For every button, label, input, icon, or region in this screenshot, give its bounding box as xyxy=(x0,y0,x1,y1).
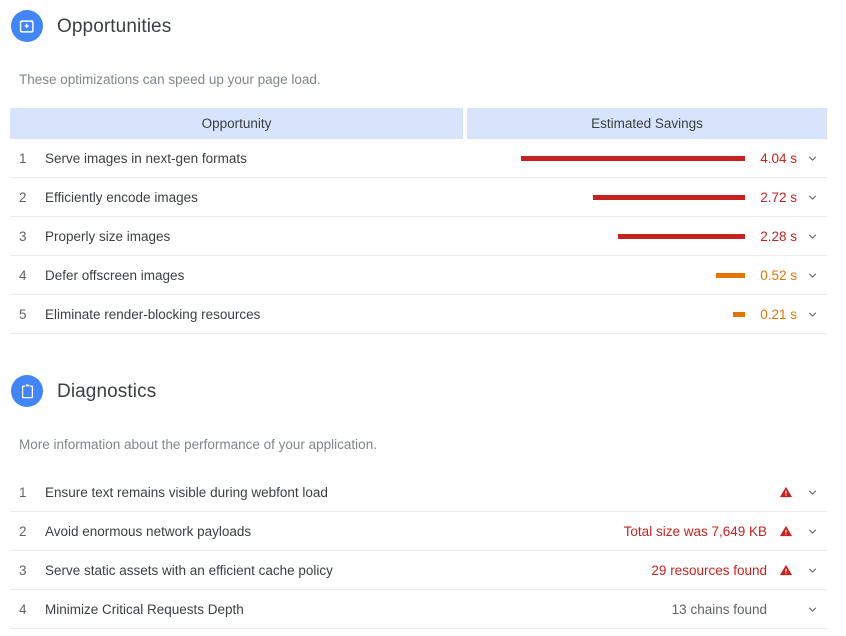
table-row[interactable]: 4 Defer offscreen images 0.52 s xyxy=(10,256,827,295)
savings-value: 2.28 s xyxy=(760,228,797,244)
opportunities-section: Opportunities These optimizations can sp… xyxy=(0,0,846,334)
diagnostics-table: 1 Ensure text remains visible during webf… xyxy=(10,473,827,629)
diagnostics-section: Diagnostics More information about the p… xyxy=(0,365,846,629)
table-row[interactable]: 5 Eliminate render-blocking resources 0.21… xyxy=(10,295,827,334)
savings-bar-track xyxy=(512,194,745,200)
column-header-estimated-savings: Estimated Savings xyxy=(467,108,827,139)
opportunities-description: These optimizations can speed up your pa… xyxy=(19,72,321,88)
savings-bar-track xyxy=(512,272,745,278)
opportunities-table: Opportunity Estimated Savings 1 Serve ima… xyxy=(10,108,827,334)
diagnostic-title: Avoid enormous network payloads xyxy=(45,523,252,539)
opportunity-title: Properly size images xyxy=(45,228,171,244)
opportunities-description-row: These optimizations can speed up your pa… xyxy=(0,52,846,108)
savings-bar xyxy=(618,233,745,239)
table-row[interactable]: 1 Serve images in next-gen formats 4.04 s xyxy=(10,139,827,178)
opportunity-title: Efficiently encode images xyxy=(45,189,198,205)
savings-bar xyxy=(733,311,745,317)
chevron-down-icon[interactable] xyxy=(797,603,827,616)
row-right: 2.28 s xyxy=(512,229,827,244)
diagnostic-title: Ensure text remains visible during webfo… xyxy=(45,484,328,500)
diagnostic-title: Minimize Critical Requests Depth xyxy=(45,601,244,617)
opportunity-title: Eliminate render-blocking resources xyxy=(45,306,261,322)
diagnostics-header: Diagnostics xyxy=(0,365,846,417)
savings-bar-track xyxy=(512,233,745,239)
opportunity-title: Serve images in next-gen formats xyxy=(45,150,247,166)
opportunities-title: Opportunities xyxy=(57,15,172,37)
chevron-down-icon[interactable] xyxy=(797,152,827,165)
savings-bar xyxy=(521,155,745,161)
row-right: 0.52 s xyxy=(512,268,827,283)
table-row[interactable]: 3 Serve static assets with an efficient c… xyxy=(10,551,827,590)
chevron-down-icon[interactable] xyxy=(797,230,827,243)
row-right: 29 resources found xyxy=(651,563,827,578)
row-right: 2.72 s xyxy=(512,190,827,205)
row-index: 3 xyxy=(19,228,27,244)
diagnostic-value: 29 resources found xyxy=(651,562,767,578)
opportunity-image-icon xyxy=(11,10,43,42)
table-row[interactable]: 2 Efficiently encode images 2.72 s xyxy=(10,178,827,217)
savings-value: 4.04 s xyxy=(760,150,797,166)
opportunities-table-header: Opportunity Estimated Savings xyxy=(10,108,827,139)
savings-value: 0.52 s xyxy=(760,267,797,283)
table-row[interactable]: 1 Ensure text remains visible during webf… xyxy=(10,473,827,512)
row-index: 5 xyxy=(19,306,27,322)
row-right: Total size was 7,649 KB xyxy=(624,524,827,539)
row-index: 1 xyxy=(19,150,27,166)
savings-bar-track xyxy=(512,311,745,317)
chevron-down-icon[interactable] xyxy=(797,308,827,321)
row-right xyxy=(767,485,827,499)
clipboard-icon xyxy=(11,375,43,407)
row-index: 1 xyxy=(19,484,27,500)
diagnostic-value: 13 chains found xyxy=(671,601,767,617)
warning-triangle-icon xyxy=(775,485,797,499)
diagnostics-description: More information about the performance o… xyxy=(19,437,377,453)
diagnostics-description-row: More information about the performance o… xyxy=(0,417,846,473)
row-right: 13 chains found xyxy=(672,602,827,617)
row-index: 2 xyxy=(19,189,27,205)
chevron-down-icon[interactable] xyxy=(797,191,827,204)
row-index: 2 xyxy=(19,523,27,539)
table-row[interactable]: 3 Properly size images 2.28 s xyxy=(10,217,827,256)
table-row[interactable]: 4 Minimize Critical Requests Depth 13 chai… xyxy=(10,590,827,629)
diagnostics-title: Diagnostics xyxy=(57,380,157,402)
row-index: 4 xyxy=(19,601,27,617)
savings-value: 0.21 s xyxy=(760,306,797,322)
chevron-down-icon[interactable] xyxy=(797,486,827,499)
warning-triangle-icon xyxy=(775,524,797,538)
opportunity-title: Defer offscreen images xyxy=(45,267,185,283)
opportunities-header: Opportunities xyxy=(0,0,846,52)
row-index: 4 xyxy=(19,267,27,283)
savings-bar-track xyxy=(512,155,745,161)
savings-bar xyxy=(716,272,745,278)
chevron-down-icon[interactable] xyxy=(797,269,827,282)
diagnostic-value: Total size was 7,649 KB xyxy=(623,523,767,539)
chevron-down-icon[interactable] xyxy=(797,564,827,577)
column-header-opportunity: Opportunity xyxy=(10,108,463,139)
savings-value: 2.72 s xyxy=(760,189,797,205)
savings-bar xyxy=(593,194,745,200)
row-right: 4.04 s xyxy=(512,151,827,166)
row-right: 0.21 s xyxy=(512,307,827,322)
diagnostic-title: Serve static assets with an efficient ca… xyxy=(45,562,333,578)
row-index: 3 xyxy=(19,562,27,578)
warning-triangle-icon xyxy=(775,563,797,577)
table-row[interactable]: 2 Avoid enormous network payloads Total si… xyxy=(10,512,827,551)
chevron-down-icon[interactable] xyxy=(797,525,827,538)
